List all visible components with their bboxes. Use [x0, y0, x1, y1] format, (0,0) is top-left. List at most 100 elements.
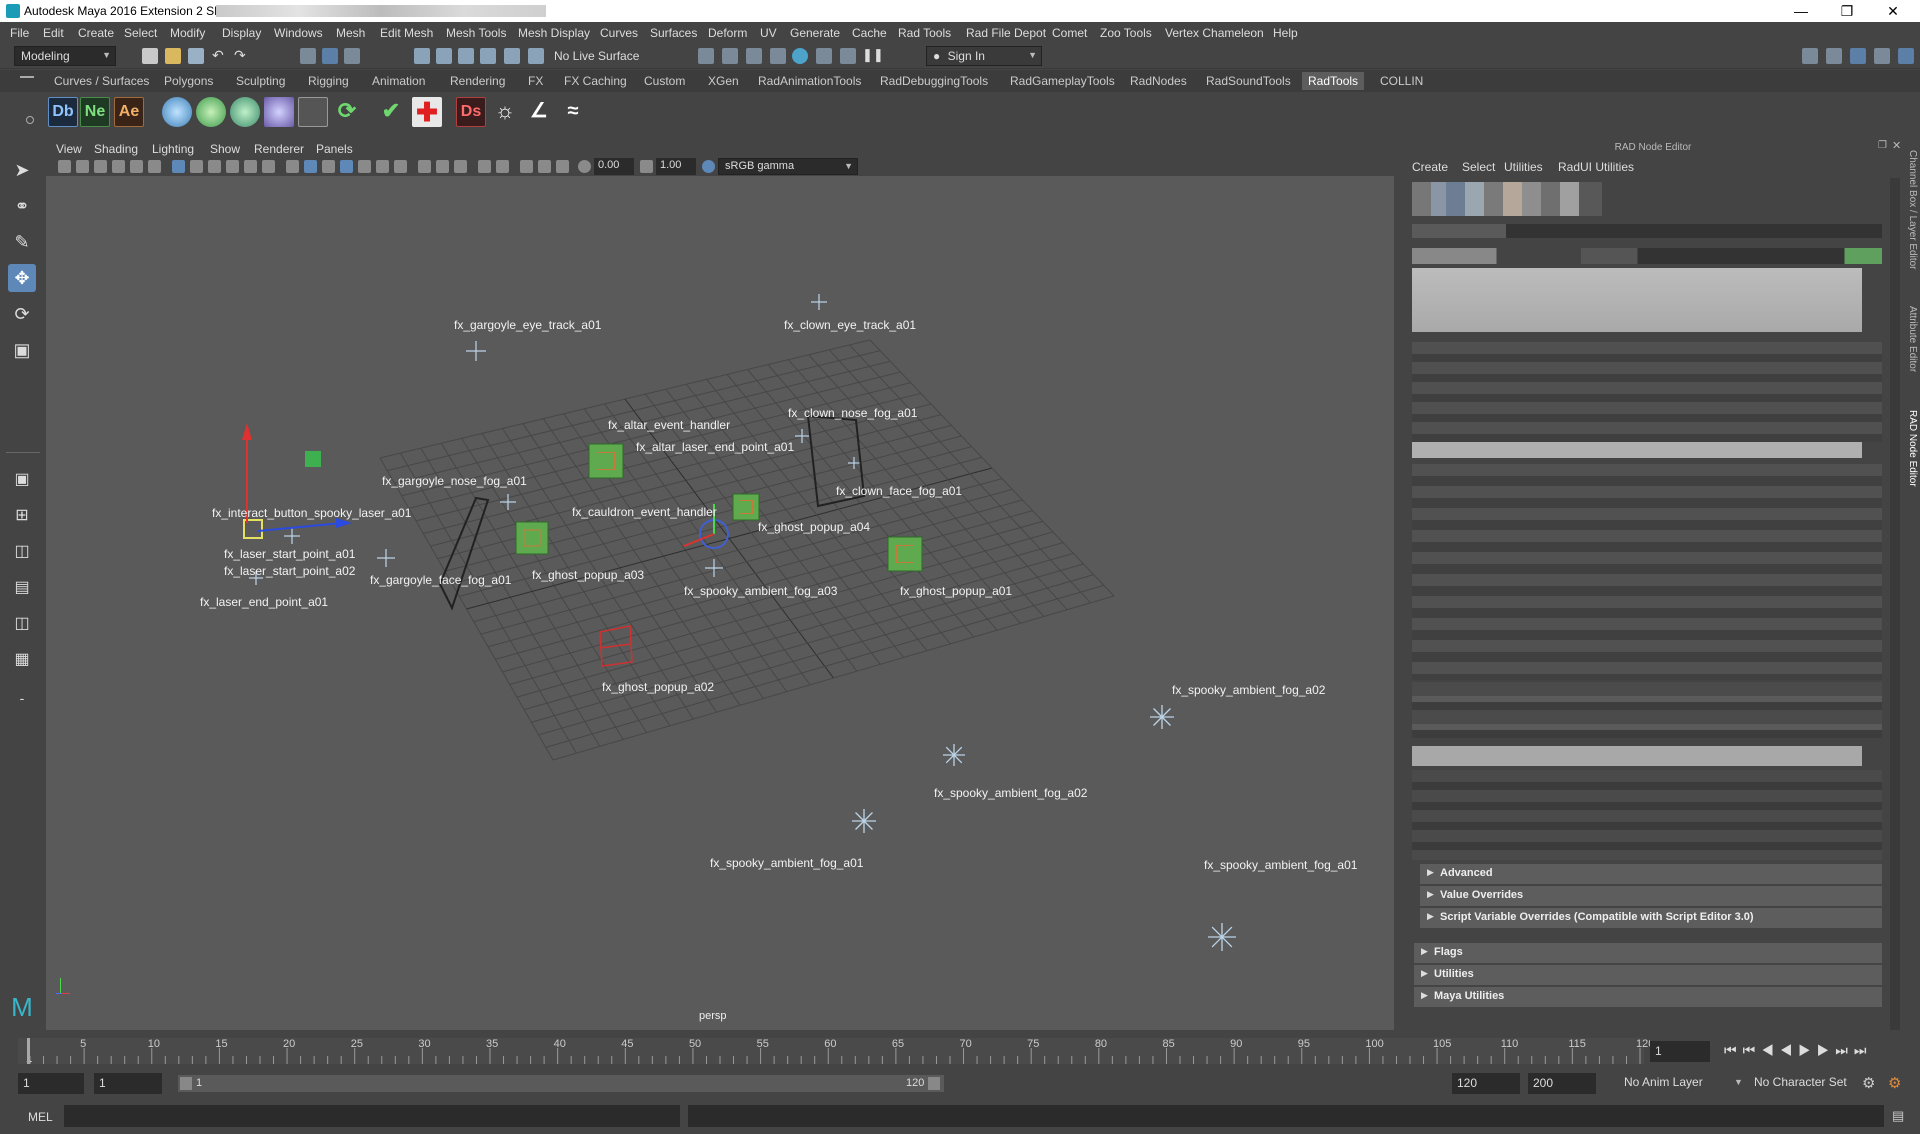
viewport-menu-view[interactable]: View [56, 142, 82, 156]
side-tab-attribute-editor[interactable]: Attribute Editor [1907, 306, 1918, 372]
debug-button[interactable]: Db [48, 97, 78, 127]
chevron-down-icon[interactable]: ▼ [1734, 1077, 1743, 1087]
section-advanced[interactable]: ▶ Advanced [1420, 864, 1882, 884]
batch-tool-icon[interactable] [298, 97, 328, 127]
label-spooky-ambient-fog-a02-right[interactable]: fx_spooky_ambient_fog_a02 [1172, 683, 1325, 697]
gamma-field[interactable]: 1.00 [656, 158, 696, 175]
hypershade-layout-icon[interactable]: ▦ [8, 646, 36, 674]
xray-components-icon[interactable] [538, 160, 551, 173]
globe-tool-2-icon[interactable] [230, 97, 260, 127]
label-clown-nose-fog[interactable]: fx_clown_nose_fog_a01 [788, 406, 917, 420]
film-gate-icon[interactable] [190, 160, 203, 173]
view-transform-dropdown[interactable]: sRGB gamma ▼ [718, 158, 858, 175]
menu-zoo-tools[interactable]: Zoo Tools [1100, 26, 1152, 40]
close-icon[interactable]: ✕ [1870, 0, 1916, 22]
float-panel-icon[interactable]: ❐ [1878, 140, 1887, 151]
screen-space-ao-icon[interactable] [394, 160, 407, 173]
snap-point-icon[interactable] [458, 48, 474, 64]
label-spooky-ambient-fog-a03[interactable]: fx_spooky_ambient_fog_a03 [684, 584, 837, 598]
ds-button[interactable]: Ds [456, 97, 486, 127]
pause-icon[interactable]: ❚❚ [862, 48, 884, 64]
red-cross-tool-icon[interactable]: ✚ [412, 97, 442, 127]
step-forward-key-icon[interactable]: ▶ [1817, 1042, 1836, 1058]
grease-pencil-icon[interactable] [130, 160, 143, 173]
shelf-tab-polygons[interactable]: Polygons [164, 74, 213, 88]
graph-tool-icon[interactable]: ≈ [558, 97, 588, 127]
label-gargoyle-face-fog[interactable]: fx_gargoyle_face_fog_a01 [370, 573, 511, 587]
undo-icon[interactable]: ↶ [212, 48, 228, 64]
animation-preferences-icon[interactable]: ⚙ [1888, 1074, 1901, 1092]
shelf-options-icon[interactable] [26, 116, 34, 124]
single-perspective-layout-icon[interactable]: ▣ [8, 466, 36, 494]
menu-file[interactable]: File [10, 26, 29, 40]
globe-tool-icon[interactable] [196, 97, 226, 127]
ae-button[interactable]: Ae [114, 97, 144, 127]
minimize-icon[interactable]: — [1778, 0, 1824, 22]
menu-mesh-display[interactable]: Mesh Display [518, 26, 590, 40]
layout-options-icon[interactable]: - [8, 684, 36, 712]
shelf-tab-sculpting[interactable]: Sculpting [236, 74, 285, 88]
menu-help[interactable]: Help [1273, 26, 1298, 40]
tool-settings-toggle-icon[interactable] [1874, 48, 1890, 64]
snap-curve-icon[interactable] [436, 48, 452, 64]
anim-layer-dropdown[interactable]: No Anim Layer [1618, 1073, 1738, 1093]
menu-windows[interactable]: Windows [274, 26, 323, 40]
viewport-menu-renderer[interactable]: Renderer [254, 142, 304, 156]
label-ghost-popup-a03[interactable]: fx_ghost_popup_a03 [532, 568, 644, 582]
shadows-icon[interactable] [376, 160, 389, 173]
shelf-tab-radnodes[interactable]: RadNodes [1130, 74, 1187, 88]
rotate-tool-icon[interactable]: ⟳ [8, 300, 36, 328]
save-scene-icon[interactable] [188, 48, 204, 64]
shelf-tab-xgen[interactable]: XGen [708, 74, 739, 88]
menu-vertex-chameleon[interactable]: Vertex Chameleon [1165, 26, 1264, 40]
live-surface-label[interactable]: No Live Surface [554, 49, 639, 63]
shelf-tab-rendering[interactable]: Rendering [450, 74, 505, 88]
safe-action-icon[interactable] [262, 160, 275, 173]
menu-comet[interactable]: Comet [1052, 26, 1087, 40]
menu-mesh-tools[interactable]: Mesh Tools [446, 26, 506, 40]
select-tool-icon[interactable]: ➤ [8, 156, 36, 184]
shelf-tab-raddebuggingtools[interactable]: RadDebuggingTools [880, 74, 988, 88]
label-altar-event-handler[interactable]: fx_altar_event_handler [608, 418, 730, 432]
menu-curves[interactable]: Curves [600, 26, 638, 40]
shelf-tab-radanimationtools[interactable]: RadAnimationTools [758, 74, 861, 88]
command-language-label[interactable]: MEL [28, 1110, 53, 1124]
menu-deform[interactable]: Deform [708, 26, 747, 40]
mode-selector[interactable]: Modeling ▼ [14, 46, 116, 66]
command-input[interactable] [64, 1105, 680, 1127]
menu-edit-mesh[interactable]: Edit Mesh [380, 26, 433, 40]
backface-culling-icon[interactable] [556, 160, 569, 173]
perspective-viewport[interactable]: fx_gargoyle_eye_track_a01 fx_clown_eye_t… [46, 176, 1394, 1030]
range-end-handle[interactable] [928, 1077, 940, 1090]
close-panel-icon[interactable]: ✕ [1892, 139, 1901, 152]
rne-menu-radui-utilities[interactable]: RadUI Utilities [1558, 160, 1634, 174]
range-start-handle[interactable] [180, 1077, 192, 1090]
depth-of-field-icon[interactable] [454, 160, 467, 173]
resolution-gate-icon[interactable] [208, 160, 221, 173]
range-slider[interactable]: 1 120 [178, 1075, 944, 1092]
section-value-overrides[interactable]: ▶ Value Overrides [1420, 886, 1882, 906]
modeling-toolkit-icon[interactable] [1802, 48, 1818, 64]
image-plane-icon[interactable] [112, 160, 125, 173]
two-pane-layout-icon[interactable]: ◫ [8, 538, 36, 566]
play-backward-icon[interactable]: ◀ [1780, 1042, 1799, 1058]
angle-tool-icon[interactable]: ∠ [524, 97, 554, 127]
gear-tool-icon[interactable] [264, 97, 294, 127]
menu-mesh[interactable]: Mesh [336, 26, 365, 40]
section-utilities[interactable]: ▶ Utilities [1414, 965, 1882, 985]
color-management-icon[interactable] [702, 160, 715, 173]
play-forward-icon[interactable]: ▶ [1798, 1042, 1817, 1058]
select-component-icon[interactable] [344, 48, 360, 64]
side-tab-rad-node-editor[interactable]: RAD Node Editor [1907, 410, 1918, 487]
playback-start-field[interactable]: 1 [94, 1073, 162, 1094]
rne-menu-utilities[interactable]: Utilities [1504, 160, 1543, 174]
restore-icon[interactable]: ❐ [1824, 0, 1870, 22]
label-clown-eye-track[interactable]: fx_clown_eye_track_a01 [784, 318, 916, 332]
range-end-field[interactable]: 200 [1528, 1073, 1596, 1094]
section-script-variable-overrides[interactable]: ▶ Script Variable Overrides (Compatible w… [1420, 908, 1882, 928]
panel-scrollbar[interactable] [1890, 178, 1900, 1030]
menu-display[interactable]: Display [222, 26, 261, 40]
current-frame-field[interactable]: 1 [1650, 1041, 1710, 1062]
menu-uv[interactable]: UV [760, 26, 777, 40]
field-chart-icon[interactable] [244, 160, 257, 173]
